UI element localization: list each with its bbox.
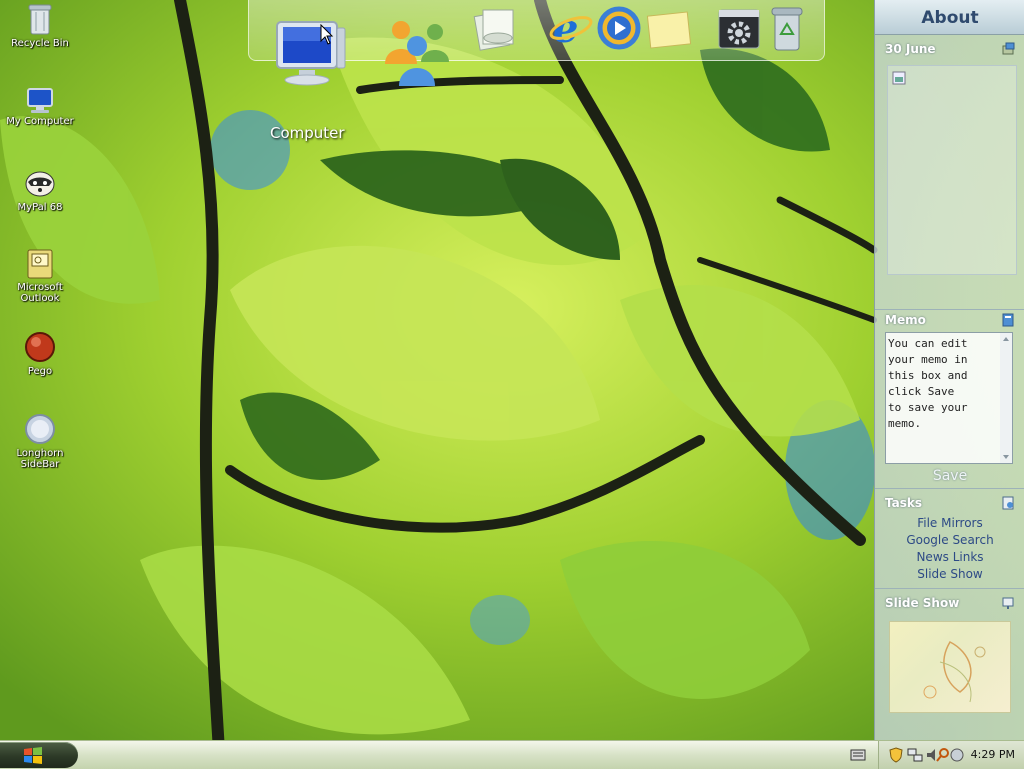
top-dock: e <box>248 0 825 86</box>
desktop-icon-label: Pego <box>27 366 53 377</box>
calendar-header: 30 June <box>875 39 1024 59</box>
security-shield-icon[interactable] <box>889 747 903 763</box>
network-icon[interactable] <box>907 747 923 763</box>
my-computer-icon <box>27 88 53 113</box>
slideshow-image[interactable] <box>889 621 1011 713</box>
task-link-google-search[interactable]: Google Search <box>875 532 1024 549</box>
recycle-bin-icon <box>771 7 803 51</box>
calendar-options-icon[interactable] <box>1001 42 1015 62</box>
tasks-options-icon[interactable] <box>1001 496 1015 516</box>
tasks-title: Tasks <box>885 496 923 510</box>
dock-item-internet-explorer[interactable]: e <box>549 4 593 53</box>
desktop-icon-label: My Computer <box>6 116 74 127</box>
dock-item-computer[interactable] <box>271 18 349 91</box>
dock-item-settings[interactable] <box>717 4 761 53</box>
slideshow-options-icon[interactable] <box>1001 596 1015 616</box>
taskbar-clock[interactable]: 4:29 PM <box>971 748 1015 761</box>
desktop-icon-longhorn-sidebar[interactable]: Longhorn SideBar <box>0 412 80 470</box>
task-link-file-mirrors[interactable]: File Mirrors <box>875 515 1024 532</box>
memo-options-icon[interactable] <box>1001 313 1015 333</box>
sidebar-title[interactable]: About <box>875 0 1024 35</box>
sidebar: About 30 June Memo You can edit your mem… <box>874 0 1024 740</box>
calendar-panel <box>887 65 1017 275</box>
windows-logo-icon <box>24 747 42 764</box>
tasks-list: File Mirrors Google Search News Links Sl… <box>875 515 1024 583</box>
desktop-icon-mypal[interactable]: MyPal 68 <box>0 166 80 213</box>
taskbar: 4:29 PM <box>0 740 1024 769</box>
tasks-header: Tasks <box>875 493 1024 513</box>
mypal-icon <box>25 171 55 197</box>
task-link-news-links[interactable]: News Links <box>875 549 1024 566</box>
slideshow-title: Slide Show <box>885 596 960 610</box>
desktop-icon-pego[interactable]: Pego <box>0 330 80 377</box>
longhorn-sidebar-icon <box>25 414 55 444</box>
notes-icon <box>646 11 692 49</box>
desktop-icon-label: Longhorn SideBar <box>16 448 64 470</box>
desktop-wallpaper <box>0 0 1024 768</box>
dock-item-notes[interactable] <box>645 4 693 53</box>
pego-icon <box>25 332 55 362</box>
start-button[interactable] <box>0 742 78 768</box>
users-icon <box>385 21 449 86</box>
recycle-bin-icon <box>28 4 52 35</box>
memo-save-button[interactable]: Save <box>875 468 1024 484</box>
calendar-date: 30 June <box>885 42 936 56</box>
system-tray: 4:29 PM <box>878 741 1024 769</box>
outlook-icon <box>27 249 53 279</box>
desktop-icon-label: Microsoft Outlook <box>17 282 63 304</box>
dock-item-documents[interactable] <box>471 4 519 55</box>
task-link-slide-show[interactable]: Slide Show <box>875 566 1024 583</box>
documents-icon <box>473 9 514 51</box>
status-globe-icon[interactable] <box>949 747 965 763</box>
computer-icon <box>276 21 346 86</box>
slideshow-picture <box>923 641 986 703</box>
memo-textbox[interactable]: You can edit your memo in this box and c… <box>885 332 1013 464</box>
desktop-icon-label: Recycle Bin <box>11 38 69 49</box>
dock-hover-label: Computer <box>270 124 345 142</box>
desktop-icon-my-computer[interactable]: My Computer <box>0 86 80 127</box>
settings-icon <box>718 9 760 49</box>
dock-item-recycle-bin[interactable] <box>767 4 807 57</box>
internet-explorer-icon: e <box>549 5 593 52</box>
memo-text[interactable]: You can edit your memo in this box and c… <box>886 333 998 435</box>
image-placeholder-icon <box>892 71 906 85</box>
desktop-icon-label: MyPal 68 <box>17 202 63 213</box>
memo-scrollbar[interactable] <box>1000 333 1012 463</box>
keyboard-icon[interactable] <box>850 747 866 763</box>
dock-item-users[interactable] <box>377 16 461 93</box>
dock-item-media-player[interactable] <box>597 4 641 53</box>
mouse-cursor-icon <box>320 24 334 45</box>
memo-header: Memo <box>875 310 1024 330</box>
slideshow-header: Slide Show <box>875 593 1024 613</box>
desktop-icon-outlook[interactable]: Microsoft Outlook <box>0 248 80 304</box>
media-player-icon <box>597 6 641 50</box>
memo-title: Memo <box>885 313 926 327</box>
desktop-icon-recycle-bin[interactable]: Recycle Bin <box>0 2 80 49</box>
